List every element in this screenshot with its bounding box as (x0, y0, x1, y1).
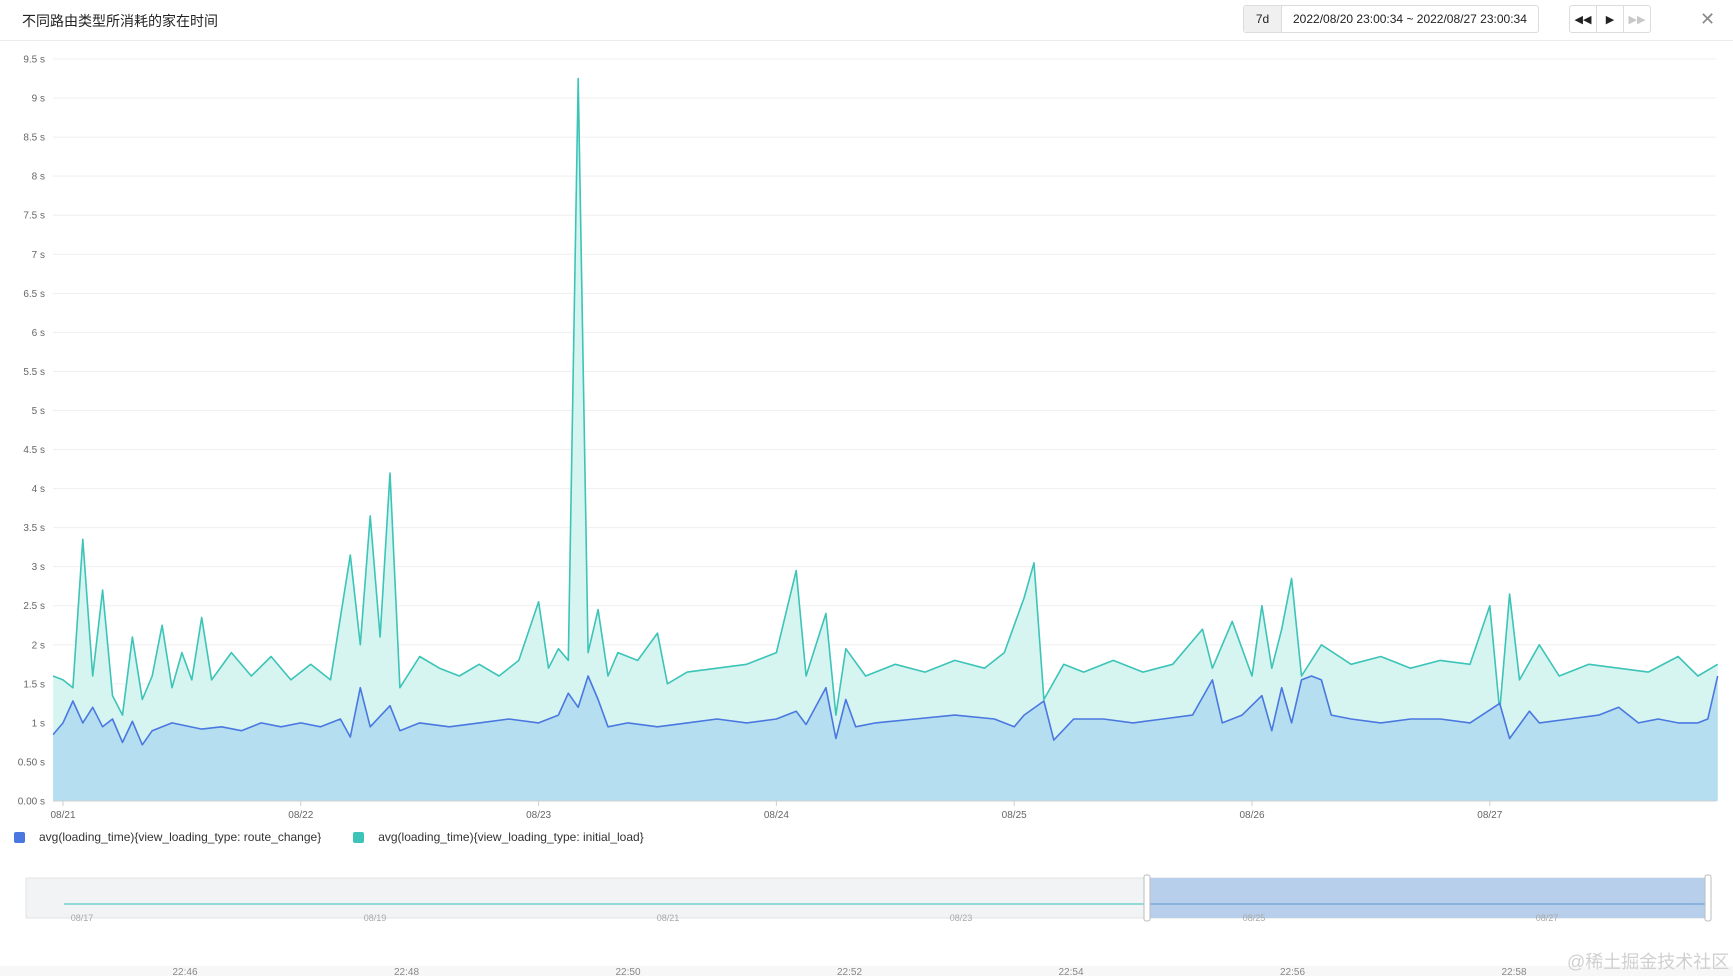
y-tick-label: 2 s (32, 640, 45, 651)
background-strip (0, 966, 1733, 976)
legend-item-initial-load[interactable]: avg(loading_time){view_loading_type: ini… (353, 830, 644, 844)
x-tick-label: 08/25 (1002, 810, 1027, 821)
x-tick-label: 08/23 (526, 810, 551, 821)
legend-label-initial-load: avg(loading_time){view_loading_type: ini… (378, 830, 644, 844)
overview-tick-label: 08/23 (950, 913, 973, 923)
overview-tick-label: 08/19 (364, 913, 387, 923)
background-tick-label: 22:48 (394, 967, 419, 976)
x-tick-label: 08/21 (50, 810, 75, 821)
overview-selection (1147, 878, 1708, 918)
y-tick-label: 1 s (32, 718, 45, 729)
x-tick-label: 08/22 (288, 810, 313, 821)
y-tick-label: 1.5 s (23, 679, 45, 690)
overview-tick-label: 08/25 (1243, 913, 1266, 923)
y-tick-label: 9.5 s (23, 55, 45, 66)
overview-tick-label: 08/27 (1536, 913, 1559, 923)
y-tick-label: 4 s (32, 484, 45, 495)
y-tick-label: 9 s (32, 94, 45, 105)
y-tick-label: 7.5 s (23, 211, 45, 222)
y-tick-label: 8.5 s (23, 133, 45, 144)
legend-label-route-change: avg(loading_time){view_loading_type: rou… (39, 830, 322, 844)
y-tick-label: 7 s (32, 250, 45, 261)
background-tick-label: 22:54 (1058, 967, 1083, 976)
legend: avg(loading_time){view_loading_type: rou… (14, 830, 676, 844)
overview-handle-left (1143, 874, 1151, 922)
series-area-initial-load (53, 78, 1718, 801)
x-tick-label: 08/24 (764, 810, 789, 821)
background-tick-label: 22:52 (837, 967, 862, 976)
legend-swatch-initial-load (353, 831, 365, 843)
y-tick-label: 2.5 s (23, 601, 45, 612)
x-tick-label: 08/26 (1239, 810, 1264, 821)
overview-handle-right (1704, 874, 1712, 922)
watermark: @稀土掘金技术社区 (1567, 952, 1730, 972)
y-tick-label: 3.5 s (23, 523, 45, 534)
y-tick-label: 5.5 s (23, 367, 45, 378)
y-tick-label: 6 s (32, 328, 45, 339)
background-tick-label: 22:56 (1280, 967, 1305, 976)
overview-tick-label: 08/21 (657, 913, 680, 923)
overview-tick-label: 08/17 (71, 913, 94, 923)
series-line-initial-load (52, 77, 1719, 716)
y-tick-label: 3 s (32, 562, 45, 573)
y-tick-label: 5 s (32, 406, 45, 417)
y-tick-label: 6.5 s (23, 289, 45, 300)
y-tick-label: 0.00 s (18, 797, 45, 808)
background-tick-label: 22:46 (172, 967, 197, 976)
y-tick-label: 0.50 s (18, 757, 45, 768)
legend-item-route-change[interactable]: avg(loading_time){view_loading_type: rou… (14, 830, 321, 844)
y-tick-label: 4.5 s (23, 445, 45, 456)
legend-swatch-route-change (14, 831, 25, 843)
y-tick-label: 8 s (32, 172, 45, 183)
x-tick-label: 08/27 (1477, 810, 1502, 821)
chart-panel: 不同路由类型所消耗的家在时间 7d 2022/08/20 23:00:34 ~ … (0, 0, 1733, 976)
background-tick-label: 22:58 (1501, 967, 1526, 976)
background-tick-label: 22:50 (615, 967, 640, 976)
